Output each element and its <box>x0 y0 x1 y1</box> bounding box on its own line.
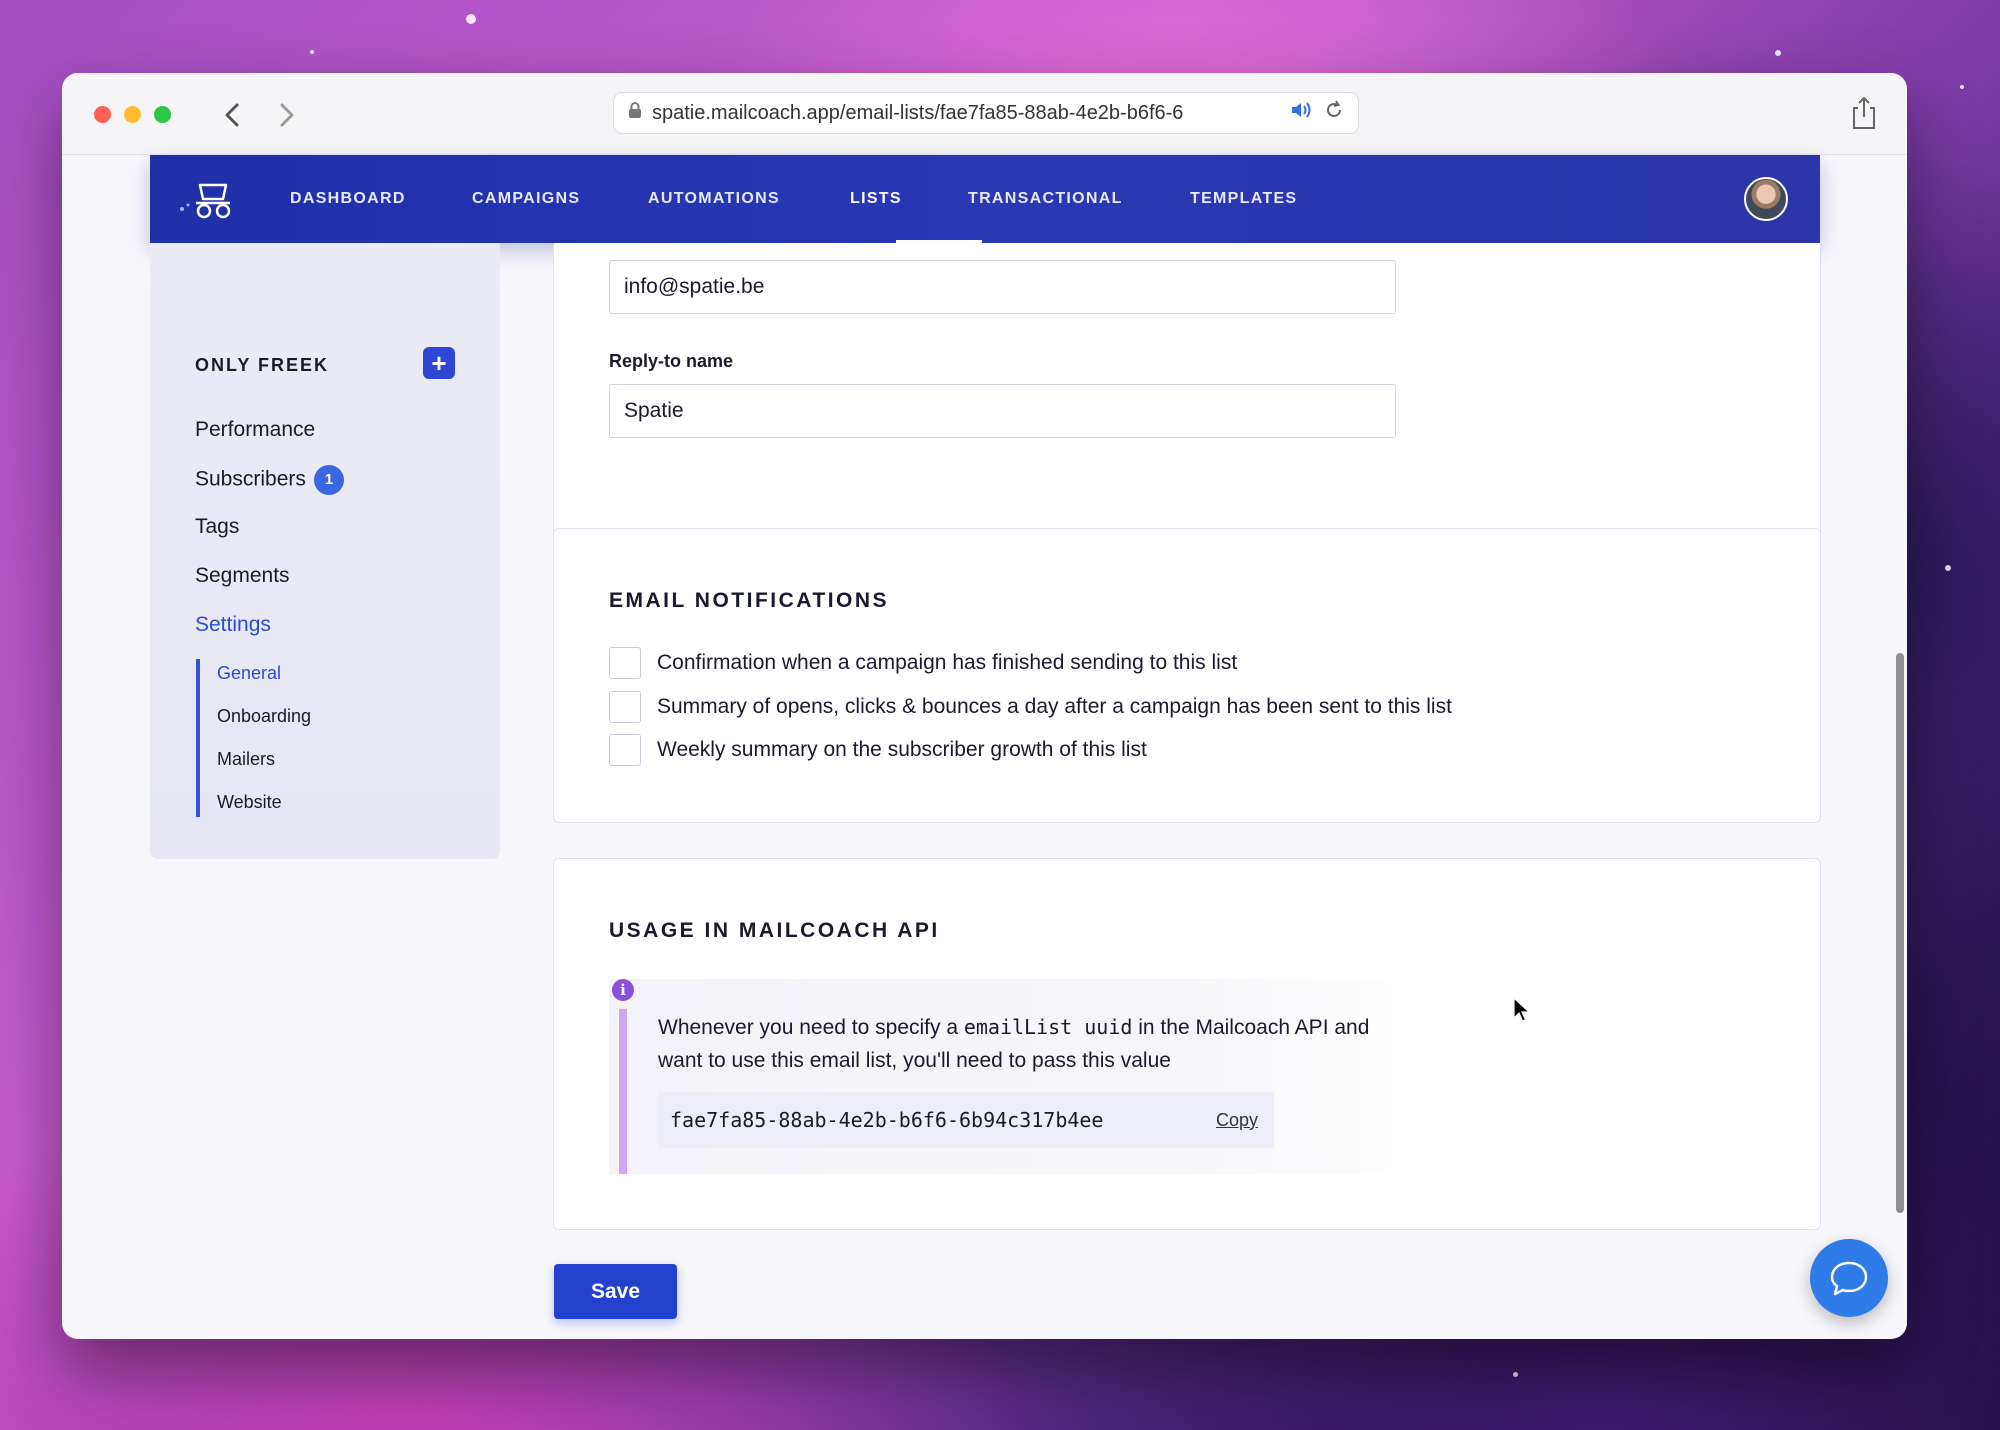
checkbox[interactable] <box>609 734 641 766</box>
background-star <box>1775 50 1781 56</box>
reply-to-card: info@spatie.be Reply-to name Spatie <box>553 243 1821 567</box>
settings-subnav-indicator <box>196 659 200 817</box>
copy-button[interactable]: Copy <box>1216 1110 1258 1131</box>
sidebar-item-segments[interactable]: Segments <box>195 564 290 588</box>
reply-to-name-field[interactable]: Spatie <box>609 384 1396 438</box>
main-navigation: DASHBOARD CAMPAIGNS AUTOMATIONS LISTS TR… <box>150 155 1820 243</box>
maximize-window-button[interactable] <box>154 106 171 123</box>
nav-dashboard[interactable]: DASHBOARD <box>290 155 406 243</box>
chevron-left-icon[interactable] <box>213 95 253 135</box>
api-usage-card: USAGE IN MAILCOACH API i Whenever you ne… <box>553 858 1821 1230</box>
nav-transactional[interactable]: TRANSACTIONAL <box>968 155 1123 243</box>
reply-to-name-label: Reply-to name <box>609 351 734 371</box>
save-button[interactable]: Save <box>554 1264 677 1319</box>
lock-icon <box>628 101 642 125</box>
uuid-value: fae7fa85-88ab-4e2b-b6f6-6b94c317b4ee <box>670 1108 1104 1132</box>
info-accent-bar <box>619 1009 627 1174</box>
subnav-website[interactable]: Website <box>217 792 282 813</box>
minimize-window-button[interactable] <box>124 106 141 123</box>
api-info-text: Whenever you need to specify a emailList… <box>658 1011 1418 1077</box>
email-notifications-card: EMAIL NOTIFICATIONS Confirmation when a … <box>553 528 1821 823</box>
address-bar[interactable]: spatie.mailcoach.app/email-lists/fae7fa8… <box>613 92 1359 134</box>
sidebar-item-label: Subscribers <box>195 467 306 491</box>
speaker-icon[interactable] <box>1290 100 1314 126</box>
subnav-onboarding[interactable]: Onboarding <box>217 706 311 727</box>
background-star <box>1513 1372 1518 1377</box>
browser-window: spatie.mailcoach.app/email-lists/fae7fa8… <box>62 73 1907 1339</box>
reply-to-email-field[interactable]: info@spatie.be <box>609 260 1396 314</box>
url-text: spatie.mailcoach.app/email-lists/fae7fa8… <box>652 101 1184 124</box>
nav-templates[interactable]: TEMPLATES <box>1190 155 1297 243</box>
nav-lists[interactable]: LISTS <box>850 155 902 243</box>
notification-option[interactable]: Confirmation when a campaign has finishe… <box>609 647 1237 679</box>
background-star <box>310 50 314 54</box>
list-sidebar: ONLY FREEK + Performance Subscribers 1 Ta… <box>150 243 500 859</box>
chevron-right-icon[interactable] <box>266 95 306 135</box>
mouse-cursor-icon <box>1513 996 1531 1023</box>
user-avatar[interactable] <box>1744 177 1788 221</box>
chat-bubble-icon <box>1830 1261 1868 1296</box>
list-title: ONLY FREEK <box>195 355 330 375</box>
sidebar-item-settings[interactable]: Settings <box>195 613 271 637</box>
reload-icon[interactable] <box>1324 100 1344 126</box>
subscribers-count-badge: 1 <box>313 465 344 495</box>
notification-option-label: Summary of opens, clicks & bounces a day… <box>657 695 1452 718</box>
checkbox[interactable] <box>609 691 641 723</box>
inline-code: emailList uuid <box>963 1015 1133 1039</box>
share-icon[interactable] <box>1849 95 1879 131</box>
info-icon: i <box>612 979 634 1001</box>
nav-automations[interactable]: AUTOMATIONS <box>648 155 780 243</box>
background-star <box>1960 85 1964 89</box>
notification-option[interactable]: Summary of opens, clicks & bounces a day… <box>609 691 1452 723</box>
sidebar-item-tags[interactable]: Tags <box>195 515 239 539</box>
mailcoach-logo-icon[interactable] <box>178 177 238 221</box>
add-button[interactable]: + <box>423 347 455 379</box>
notification-option[interactable]: Weekly summary on the subscriber growth … <box>609 734 1147 766</box>
chat-button[interactable] <box>1810 1239 1888 1317</box>
api-usage-title: USAGE IN MAILCOACH API <box>609 919 940 942</box>
sidebar-item-performance[interactable]: Performance <box>195 418 315 442</box>
background-star <box>1945 565 1951 571</box>
browser-titlebar: spatie.mailcoach.app/email-lists/fae7fa8… <box>62 73 1907 155</box>
info-text-before: Whenever you need to specify a <box>658 1016 964 1039</box>
subnav-general[interactable]: General <box>217 663 281 684</box>
nav-campaigns[interactable]: CAMPAIGNS <box>472 155 580 243</box>
sidebar-item-subscribers[interactable]: Subscribers 1 <box>195 465 344 495</box>
checkbox[interactable] <box>609 647 641 679</box>
background-star <box>466 14 476 24</box>
email-notifications-title: EMAIL NOTIFICATIONS <box>609 589 890 612</box>
notification-option-label: Weekly summary on the subscriber growth … <box>657 738 1147 761</box>
notification-option-label: Confirmation when a campaign has finishe… <box>657 651 1238 674</box>
scrollbar[interactable] <box>1896 653 1904 1213</box>
api-info-block: i Whenever you need to specify a emailLi… <box>609 979 1429 1174</box>
close-window-button[interactable] <box>94 106 111 123</box>
uuid-box: fae7fa85-88ab-4e2b-b6f6-6b94c317b4ee Cop… <box>658 1092 1274 1148</box>
subnav-mailers[interactable]: Mailers <box>217 749 275 770</box>
